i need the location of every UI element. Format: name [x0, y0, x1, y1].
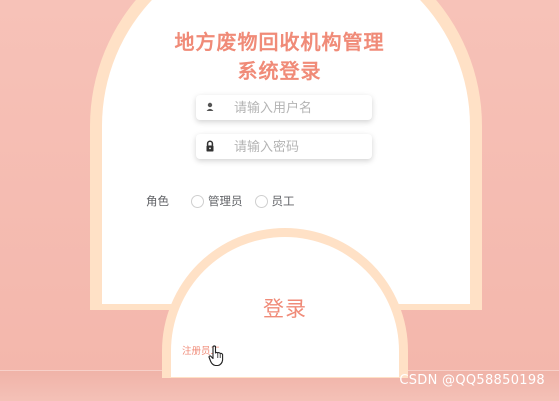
username-field[interactable]: [196, 95, 372, 120]
role-label: 角色: [146, 194, 169, 208]
password-input[interactable]: [232, 136, 366, 158]
radio-circle-icon[interactable]: [191, 194, 204, 208]
role-selector: 角色 管理员 员工: [146, 192, 307, 210]
lock-icon: [206, 140, 214, 152]
title-line-1: 地方废物回收机构管理: [174, 30, 385, 54]
watermark: CSDN @QQ58850198: [399, 373, 545, 388]
login-button[interactable]: 登录: [240, 293, 330, 325]
radio-circle-icon[interactable]: [254, 194, 268, 208]
username-input[interactable]: [232, 97, 366, 119]
role-option-label: 员工: [271, 194, 295, 208]
page-title: 地方废物回收机构管理 系统登录: [0, 28, 559, 86]
title-line-2: 系统登录: [237, 59, 322, 83]
hand-cursor-icon: [208, 345, 224, 367]
role-option-admin[interactable]: 管理员: [191, 193, 243, 209]
role-option-label: 管理员: [208, 194, 243, 208]
user-icon: [206, 102, 214, 111]
password-field[interactable]: [196, 134, 372, 159]
role-option-staff[interactable]: 员工: [254, 193, 295, 209]
